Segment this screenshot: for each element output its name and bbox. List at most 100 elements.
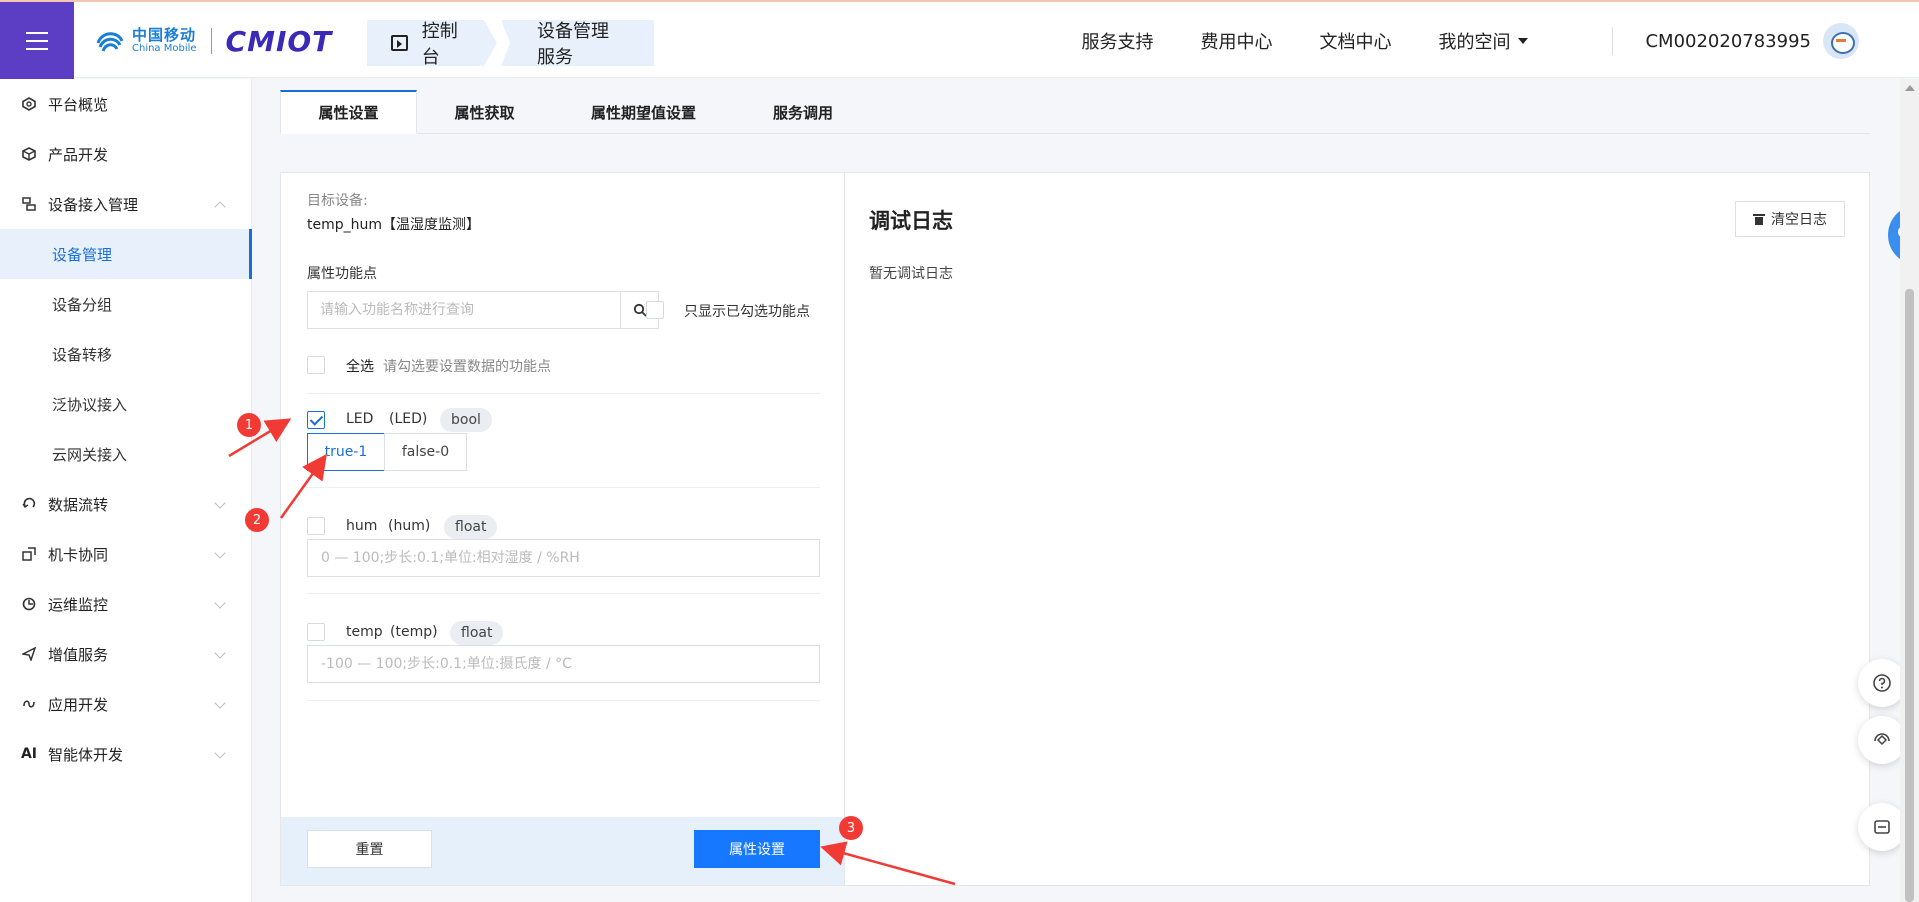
sim-icon <box>20 545 38 563</box>
feedback-icon[interactable] <box>1858 803 1906 851</box>
account-id[interactable]: CM002020783995 <box>1645 31 1811 52</box>
crumb-console[interactable]: 控制台 <box>367 20 497 66</box>
only-checked-label: 只显示已勾选功能点 <box>684 304 810 320</box>
select-all-checkbox[interactable] <box>307 356 325 374</box>
sidebar-item-value-added[interactable]: 增值服务 <box>0 629 252 679</box>
chevron-up-icon <box>214 201 226 213</box>
nav-support[interactable]: 服务支持 <box>1081 28 1153 54</box>
monitor-icon <box>20 595 38 613</box>
sidebar-item-agent-dev[interactable]: AI 智能体开发 <box>0 729 252 779</box>
nav-docs[interactable]: 文档中心 <box>1319 28 1391 54</box>
chevron-down-icon <box>214 647 226 659</box>
sidebar-item-data-flow[interactable]: 数据流转 <box>0 479 252 529</box>
sidebar-item-label: 云网关接入 <box>52 445 128 464</box>
log-title: 调试日志 <box>869 209 953 233</box>
sidebar-item-device-transfer[interactable]: 设备转移 <box>0 329 252 379</box>
nav-my-space[interactable]: 我的空间 <box>1438 28 1529 54</box>
temp-value-input[interactable]: -100 — 100;步长:0.1;单位:摄氏度 / °C <box>307 645 820 683</box>
property-set-form: 目标设备: temp_hum【温湿度监测】 属性功能点 请输入功能名称进行查询 … <box>280 172 845 886</box>
sidebar-item-device-group[interactable]: 设备分组 <box>0 279 252 329</box>
cube-icon <box>20 145 38 163</box>
sidebar: 平台概览 产品开发 设备接入管理 设备管理 设备分组 设备转移 泛协议接入 云网… <box>0 79 252 902</box>
caret-down-icon <box>1518 38 1529 44</box>
divider <box>307 393 820 394</box>
ai-icon: AI <box>20 746 38 762</box>
annotation-marker: 3 <box>839 816 863 840</box>
customer-service-icon[interactable] <box>1858 716 1906 764</box>
send-icon <box>20 645 38 663</box>
sidebar-item-sim-collab[interactable]: 机卡协同 <box>0 529 252 579</box>
sidebar-item-label: 设备管理 <box>52 245 113 264</box>
reset-button[interactable]: 重置 <box>307 830 432 868</box>
prop-temp-type-badge: float <box>450 621 504 645</box>
sidebar-item-label: 智能体开发 <box>48 745 124 764</box>
target-device-value: temp_hum【温湿度监测】 <box>307 217 481 233</box>
sidebar-item-generic-protocol[interactable]: 泛协议接入 <box>0 379 252 429</box>
prop-hum-id: (hum) <box>388 518 431 534</box>
prop-led-checkbox[interactable] <box>307 411 325 429</box>
props-label: 属性功能点 <box>307 266 377 282</box>
top-nav: 服务支持 费用中心 文档中心 我的空间 CM002020783995 <box>1034 2 1859 80</box>
led-option-false[interactable]: false-0 <box>384 433 467 471</box>
sidebar-item-device-management[interactable]: 设备管理 <box>0 229 252 279</box>
led-option-true[interactable]: true-1 <box>307 433 385 471</box>
chevron-down-icon <box>214 747 226 759</box>
divider <box>307 487 820 488</box>
chevron-down-icon <box>214 547 226 559</box>
prop-led-id: (LED) <box>389 411 428 427</box>
data-flow-icon <box>20 495 38 513</box>
prop-hum-name: hum <box>346 518 378 534</box>
console-icon <box>391 35 408 51</box>
only-checked-checkbox[interactable] <box>646 301 664 319</box>
clear-log-label: 清空日志 <box>1771 212 1827 228</box>
logo[interactable]: 中国移动 China Mobile CMIOT <box>94 24 332 58</box>
hamburger-menu-icon[interactable] <box>0 2 74 80</box>
tab-service-call[interactable]: 服务调用 <box>735 90 871 134</box>
scroll-thumb[interactable] <box>1905 289 1914 902</box>
crumb-device-service[interactable]: 设备管理服务 <box>501 20 654 66</box>
annotation-marker: 2 <box>245 508 269 532</box>
help-icon[interactable] <box>1858 659 1906 707</box>
nav-billing[interactable]: 费用中心 <box>1200 28 1272 54</box>
sidebar-item-label: 运维监控 <box>48 595 109 614</box>
sidebar-item-product-dev[interactable]: 产品开发 <box>0 129 252 179</box>
target-device-label: 目标设备: <box>307 193 368 209</box>
annotation-marker: 1 <box>237 413 261 437</box>
sidebar-item-device-access[interactable]: 设备接入管理 <box>0 179 252 229</box>
divider <box>307 700 820 701</box>
hum-value-input[interactable]: 0 — 100;步长:0.1;单位:相对湿度 / %RH <box>307 539 820 577</box>
tab-property-desired[interactable]: 属性期望值设置 <box>552 90 735 134</box>
sidebar-item-cloud-gateway[interactable]: 云网关接入 <box>0 429 252 479</box>
prop-temp-checkbox[interactable] <box>307 623 325 641</box>
sidebar-item-ops-monitor[interactable]: 运维监控 <box>0 579 252 629</box>
sidebar-item-label: 产品开发 <box>48 145 109 164</box>
tab-property-get[interactable]: 属性获取 <box>417 90 552 134</box>
breadcrumb: 控制台 设备管理服务 <box>367 20 654 66</box>
property-set-button[interactable]: 属性设置 <box>694 830 820 868</box>
sidebar-item-label: 机卡协同 <box>48 545 109 564</box>
scroll-up-icon[interactable] <box>1905 85 1915 91</box>
clear-log-button[interactable]: 清空日志 <box>1735 201 1845 237</box>
tab-property-set[interactable]: 属性设置 <box>280 90 417 134</box>
form-footer: 重置 属性设置 <box>281 817 844 885</box>
sidebar-item-label: 泛协议接入 <box>52 395 128 414</box>
nav-divider <box>1612 27 1614 55</box>
crumb-console-label: 控制台 <box>421 21 458 68</box>
divider <box>307 593 820 594</box>
tab-bar: 属性设置 属性获取 属性期望值设置 服务调用 <box>280 90 1870 134</box>
app-icon <box>20 695 38 713</box>
prop-led-type-badge: bool <box>440 408 492 432</box>
trash-icon <box>1753 213 1765 225</box>
top-bar: 中国移动 China Mobile CMIOT 控制台 设备管理服务 服务支持 … <box>0 0 1919 80</box>
avatar[interactable] <box>1823 23 1859 59</box>
select-hint: 请勾选要设置数据的功能点 <box>383 359 551 375</box>
prop-search-input[interactable]: 请输入功能名称进行查询 <box>307 291 621 329</box>
sidebar-item-label: 增值服务 <box>48 645 109 664</box>
chevron-down-icon <box>214 697 226 709</box>
sidebar-item-app-dev[interactable]: 应用开发 <box>0 679 252 729</box>
sidebar-item-overview[interactable]: 平台概览 <box>0 79 252 129</box>
scrollbar[interactable] <box>1900 79 1919 902</box>
china-mobile-logo-icon <box>94 25 126 57</box>
logo-en: China Mobile <box>132 42 197 54</box>
prop-hum-checkbox[interactable] <box>307 517 325 535</box>
